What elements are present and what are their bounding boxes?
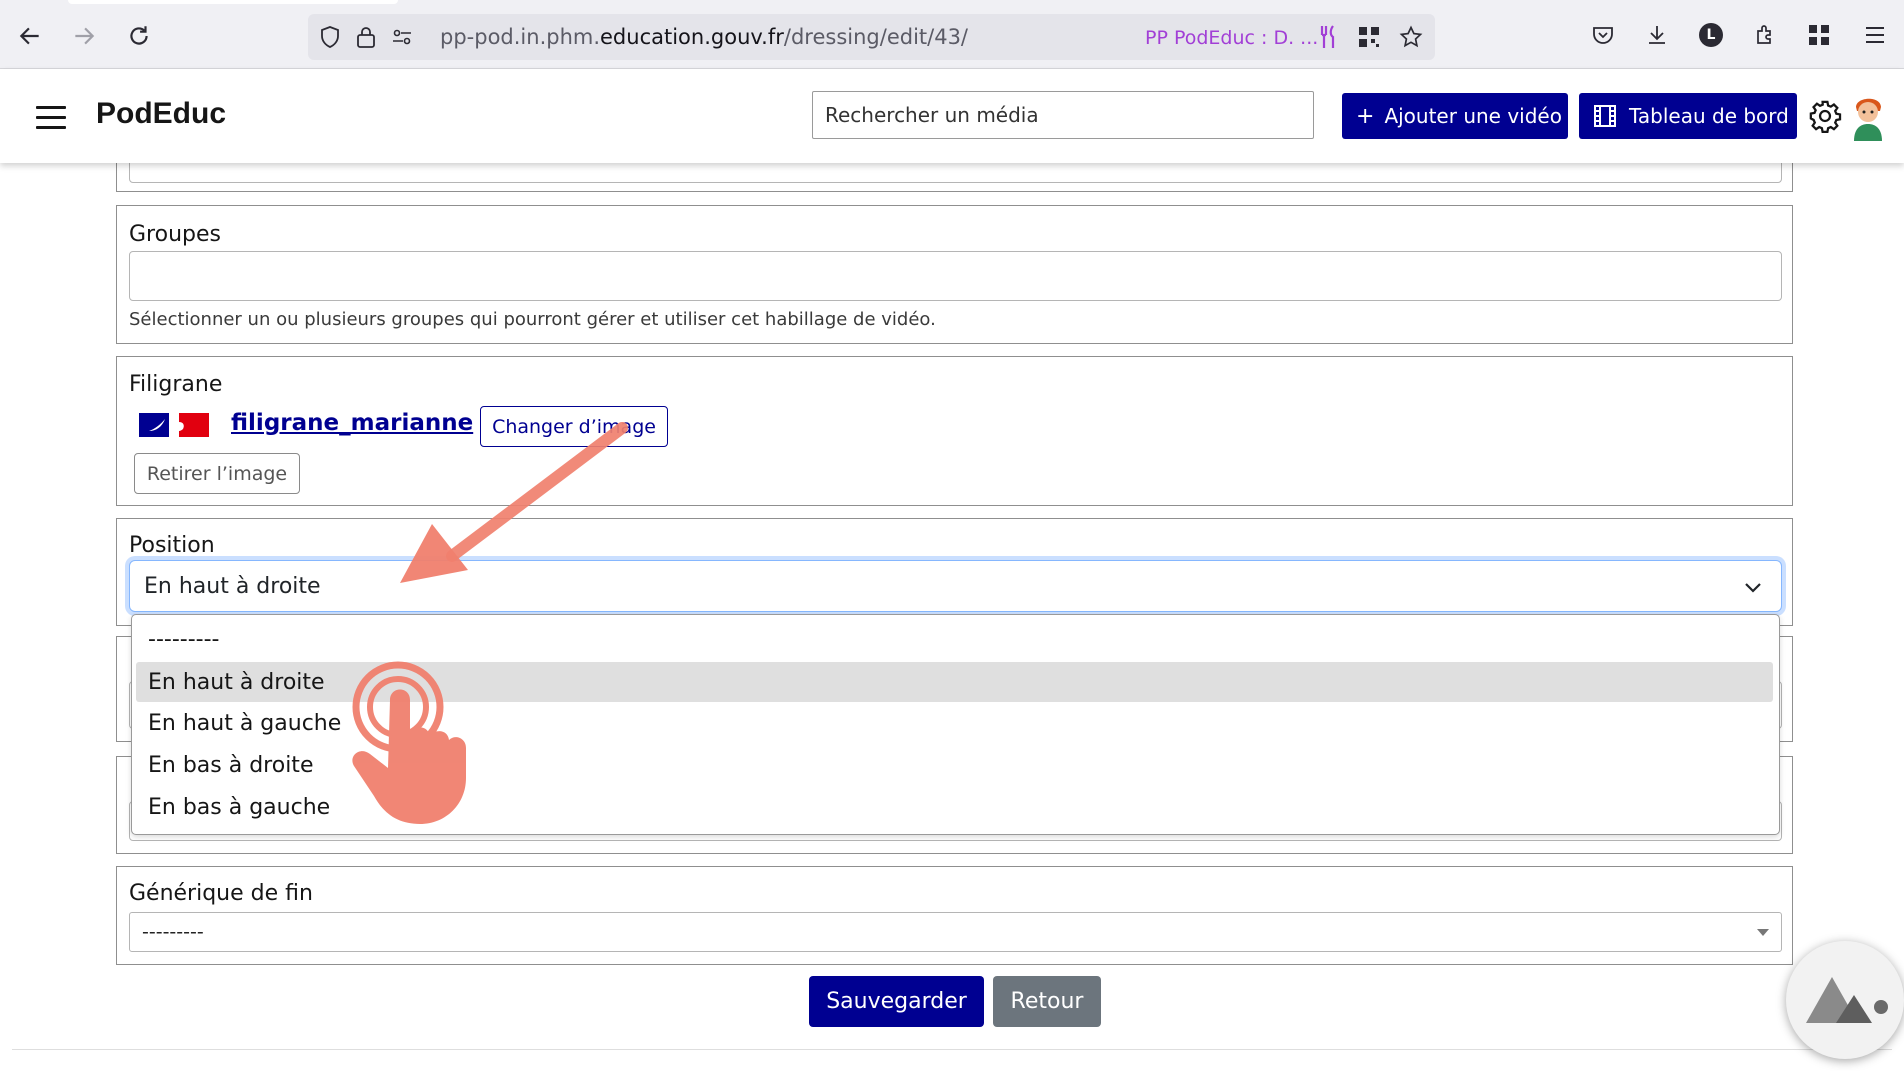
extensions-icon[interactable] [1750, 20, 1780, 50]
end-credits-selected-value: --------- [142, 921, 204, 943]
groups-input[interactable] [129, 251, 1782, 301]
end-credits-select[interactable]: --------- [129, 912, 1782, 952]
watermark-file-link[interactable]: filigrane_marianne [231, 410, 473, 436]
url-bar[interactable]: pp-pod.in.phm.education.gouv.fr/dressing… [308, 14, 1435, 60]
logo-icon [1806, 977, 1888, 1023]
position-option-empty[interactable]: --------- [136, 619, 1773, 659]
footer-divider [12, 1049, 1892, 1050]
end-credits-fieldset: Générique de fin --------- [116, 866, 1793, 965]
watermark-label: Filigrane [129, 372, 223, 397]
forward-icon [75, 27, 95, 45]
back-icon [19, 27, 39, 45]
profile-avatar: L [1699, 23, 1723, 47]
groups-fieldset: Groupes Sélectionner un ou plusieurs gro… [116, 205, 1793, 344]
position-fieldset: Position En haut à droite [116, 518, 1793, 626]
qr-icon[interactable] [1355, 23, 1383, 51]
browser-toolbar: pp-pod.in.phm.education.gouv.fr/dressing… [0, 0, 1904, 69]
position-option-bottom-left[interactable]: En bas à gauche [136, 787, 1773, 827]
menu-icon[interactable] [1860, 20, 1890, 50]
groups-help-text: Sélectionner un ou plusieurs groupes qui… [129, 309, 936, 330]
caret-down-icon [1757, 929, 1769, 936]
permissions-icon[interactable] [388, 23, 416, 51]
lock-icon[interactable] [352, 23, 380, 51]
plus-icon: + [1356, 103, 1375, 129]
position-selected-value: En haut à droite [144, 573, 321, 599]
end-credits-label: Générique de fin [129, 881, 313, 906]
position-select[interactable]: En haut à droite [129, 560, 1782, 612]
gear-icon[interactable] [1808, 99, 1842, 133]
dashboard-button[interactable]: Tableau de bord [1579, 93, 1797, 139]
brand-logo[interactable]: PodEduc [96, 97, 226, 131]
reload-button[interactable] [123, 20, 155, 52]
position-option-top-right[interactable]: En haut à droite [136, 662, 1773, 702]
add-video-button[interactable]: + Ajouter une vidéo [1342, 93, 1568, 139]
save-button[interactable]: Sauvegarder [809, 976, 984, 1027]
profile-button[interactable]: L [1696, 20, 1726, 50]
forward-button[interactable] [68, 20, 100, 52]
shield-icon[interactable] [316, 23, 344, 51]
search-input[interactable] [812, 91, 1314, 139]
remove-image-button[interactable]: Retirer l’image [134, 453, 300, 494]
watermark-fieldset: Filigrane filigrane_marianne Changer d’i… [116, 356, 1793, 506]
back-button-form[interactable]: Retour [993, 976, 1101, 1027]
download-icon[interactable] [1642, 20, 1672, 50]
groups-label: Groupes [129, 222, 221, 247]
floating-widget-button[interactable] [1786, 941, 1904, 1059]
star-icon[interactable] [1397, 23, 1425, 51]
grid-icon[interactable] [1804, 20, 1834, 50]
pocket-icon[interactable] [1588, 20, 1618, 50]
hamburger-icon[interactable] [36, 106, 66, 130]
position-label: Position [129, 533, 215, 558]
reload-icon [130, 26, 148, 45]
chevron-down-icon [1745, 583, 1761, 593]
add-video-label: Ajouter une vidéo [1384, 104, 1562, 128]
dashboard-label: Tableau de bord [1629, 104, 1789, 128]
site-title: PP PodEduc : D. ... [1145, 27, 1319, 49]
position-options-list: --------- En haut à droite En haut à gau… [131, 614, 1780, 835]
marianne-watermark-thumbnail [139, 413, 209, 437]
fork-knife-icon[interactable] [1314, 23, 1342, 51]
active-tab-edge[interactable] [68, 0, 398, 4]
url-text[interactable]: pp-pod.in.phm.education.gouv.fr/dressing… [440, 25, 968, 49]
user-avatar[interactable] [1848, 91, 1888, 141]
position-option-top-left[interactable]: En haut à gauche [136, 703, 1773, 743]
position-option-bottom-right[interactable]: En bas à droite [136, 745, 1773, 785]
change-image-button[interactable]: Changer d’image [480, 406, 668, 447]
site-header: PodEduc + Ajouter une vidéo Tableau de b… [0, 69, 1904, 163]
film-icon [1594, 105, 1616, 127]
back-button[interactable] [14, 20, 46, 52]
